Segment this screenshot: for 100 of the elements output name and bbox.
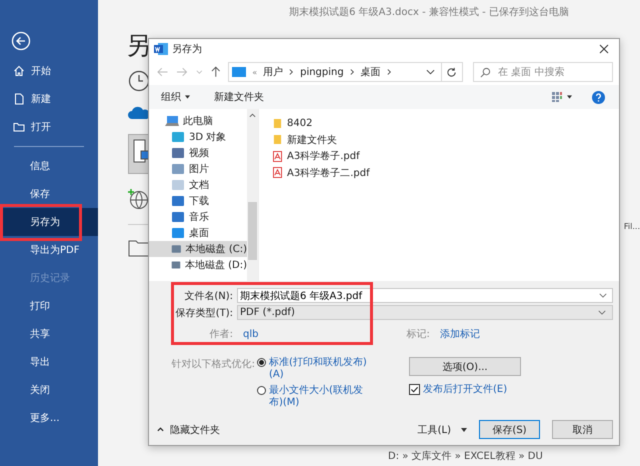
caret-icon[interactable] xyxy=(185,95,190,99)
globe-icon[interactable] xyxy=(128,188,150,210)
document-title: 期末模拟试题6 年级A3.docx - 兼容性模式 - 已保存到这台电脑 xyxy=(288,6,570,20)
radio-label[interactable]: 标准(打印和联机发布)(A) xyxy=(269,357,370,381)
author-value[interactable]: qlb xyxy=(243,328,258,340)
tree-item[interactable]: 本地磁盘 (D:) xyxy=(149,257,247,273)
computer-icon xyxy=(165,115,179,127)
sidebar-item[interactable]: 新建 xyxy=(0,85,98,113)
up-arrow-icon[interactable] xyxy=(210,66,220,78)
chevron-icon[interactable] xyxy=(289,68,294,76)
home-icon xyxy=(13,65,25,77)
author-label: 作者: xyxy=(208,328,233,341)
tree-item[interactable]: 本地磁盘 (C:) xyxy=(149,241,247,257)
hide-folders-button[interactable]: 隐藏文件夹 xyxy=(170,422,220,436)
tree-item[interactable]: 音乐 xyxy=(149,209,247,225)
sidebar-item[interactable]: 导出 xyxy=(0,348,98,376)
document-icon xyxy=(13,93,25,105)
sidebar-item[interactable]: 更多... xyxy=(0,404,98,432)
tags-label: 标记: xyxy=(406,328,430,341)
radio-label[interactable]: 最小文件大小(联机发布)(M) xyxy=(269,385,370,409)
tree-item[interactable]: 视频 xyxy=(149,145,247,161)
tree-item[interactable]: 此电脑 xyxy=(149,113,247,129)
checkbox-label[interactable]: 发布后打开文件(E) xyxy=(423,382,508,396)
tree-item[interactable]: 文档 xyxy=(149,177,247,193)
tree-item[interactable]: 图片 xyxy=(149,161,247,177)
scroll-up-icon[interactable] xyxy=(249,113,256,118)
breadcrumb[interactable]: 用户 xyxy=(263,65,284,79)
tile-icon xyxy=(171,227,185,239)
tree-item[interactable]: 3D 对象 xyxy=(149,129,247,145)
search-field[interactable]: 在 桌面 中搜索 xyxy=(472,62,613,82)
tile-icon xyxy=(171,147,185,159)
tree-item[interactable]: 下载 xyxy=(149,193,247,209)
dropdown-icon xyxy=(598,310,606,315)
refresh-icon xyxy=(446,66,458,78)
pdf-file-icon xyxy=(273,150,282,162)
file-type-dropdown[interactable]: PDF (*.pdf) xyxy=(237,305,613,320)
sidebar-item[interactable]: 关闭 xyxy=(0,376,98,404)
tree-item[interactable]: 桌面 xyxy=(149,225,247,241)
tools-menu[interactable]: 工具(L) xyxy=(418,422,451,436)
overflow-chevron[interactable]: « xyxy=(252,68,258,76)
sidebar-item[interactable]: 开始 xyxy=(0,57,98,85)
folder-icon xyxy=(273,134,282,146)
radio-button[interactable] xyxy=(257,358,266,367)
check-icon xyxy=(410,384,419,394)
word-icon xyxy=(154,42,168,56)
refresh-button[interactable] xyxy=(442,62,463,82)
computer-icon xyxy=(232,67,246,77)
caret-icon[interactable] xyxy=(567,95,572,99)
options-button[interactable]: 选项(O)... xyxy=(409,357,521,376)
view-grid-icon[interactable] xyxy=(551,91,563,103)
sidebar-item[interactable]: 打开 xyxy=(0,113,98,141)
new-folder-button[interactable]: 新建文件夹 xyxy=(214,90,264,104)
sidebar-item[interactable]: 信息 xyxy=(0,152,98,180)
file-item[interactable]: 8402 xyxy=(273,115,619,132)
page-title: 另 xyxy=(126,30,151,62)
tile-icon xyxy=(171,195,185,207)
file-type-label: 保存类型(T): xyxy=(174,306,233,320)
sidebar-item[interactable]: 保存 xyxy=(0,180,98,208)
radio-button[interactable] xyxy=(257,386,266,395)
help-icon[interactable] xyxy=(592,90,605,104)
sidebar-item[interactable]: 共享 xyxy=(0,320,98,348)
folder-path: D: » 文库文件 » EXCEL教程 » DU xyxy=(388,450,543,463)
file-item[interactable]: 新建文件夹 xyxy=(273,132,619,148)
cancel-button[interactable]: 取消 xyxy=(552,420,613,439)
clock-icon[interactable] xyxy=(128,70,150,92)
chevron-icon[interactable] xyxy=(386,68,392,76)
tile-icon xyxy=(171,179,185,191)
scrollbar[interactable] xyxy=(247,109,258,281)
address-bar[interactable]: « 用户 pingping 桌面 xyxy=(228,62,442,82)
tile-icon xyxy=(171,243,182,255)
column-label: Fil... xyxy=(624,222,640,231)
filename-field[interactable]: 期末模拟试题6 年级A3.pdf xyxy=(237,288,613,303)
tile-icon xyxy=(171,131,185,143)
back-icon[interactable] xyxy=(11,31,31,51)
breadcrumb[interactable]: pingping xyxy=(300,66,344,78)
optimize-label: 针对以下格式优化: xyxy=(170,358,256,372)
tile-icon xyxy=(171,211,185,223)
tags-link[interactable]: 添加标记 xyxy=(440,327,480,341)
file-item[interactable]: A3科学卷子二.pdf xyxy=(273,164,619,181)
save-button[interactable]: 保存(S) xyxy=(479,420,540,439)
breadcrumb[interactable]: 桌面 xyxy=(360,65,381,79)
organize-menu[interactable]: 组织 xyxy=(161,90,181,104)
chevron-up-icon[interactable] xyxy=(157,427,164,432)
sidebar-item[interactable]: 导出为PDF xyxy=(0,236,98,264)
folder-icon xyxy=(13,121,25,133)
chevron-icon[interactable] xyxy=(350,68,355,76)
dropdown-icon[interactable] xyxy=(599,293,607,298)
search-icon xyxy=(480,67,491,78)
checkbox[interactable] xyxy=(409,384,420,394)
filename-label: 文件名(N): xyxy=(183,290,233,302)
folder-icon xyxy=(273,118,282,129)
sidebar-item[interactable]: 打印 xyxy=(0,292,98,320)
caret-icon[interactable] xyxy=(461,428,467,432)
pdf-file-icon xyxy=(273,167,282,178)
close-icon[interactable] xyxy=(599,44,609,54)
dialog-title: 另存为 xyxy=(172,42,202,56)
dropdown-icon[interactable] xyxy=(426,69,435,75)
tile-icon xyxy=(171,163,185,175)
file-item[interactable]: A3科学卷子.pdf xyxy=(273,148,619,164)
sidebar-item[interactable]: 另存为 xyxy=(0,208,98,236)
